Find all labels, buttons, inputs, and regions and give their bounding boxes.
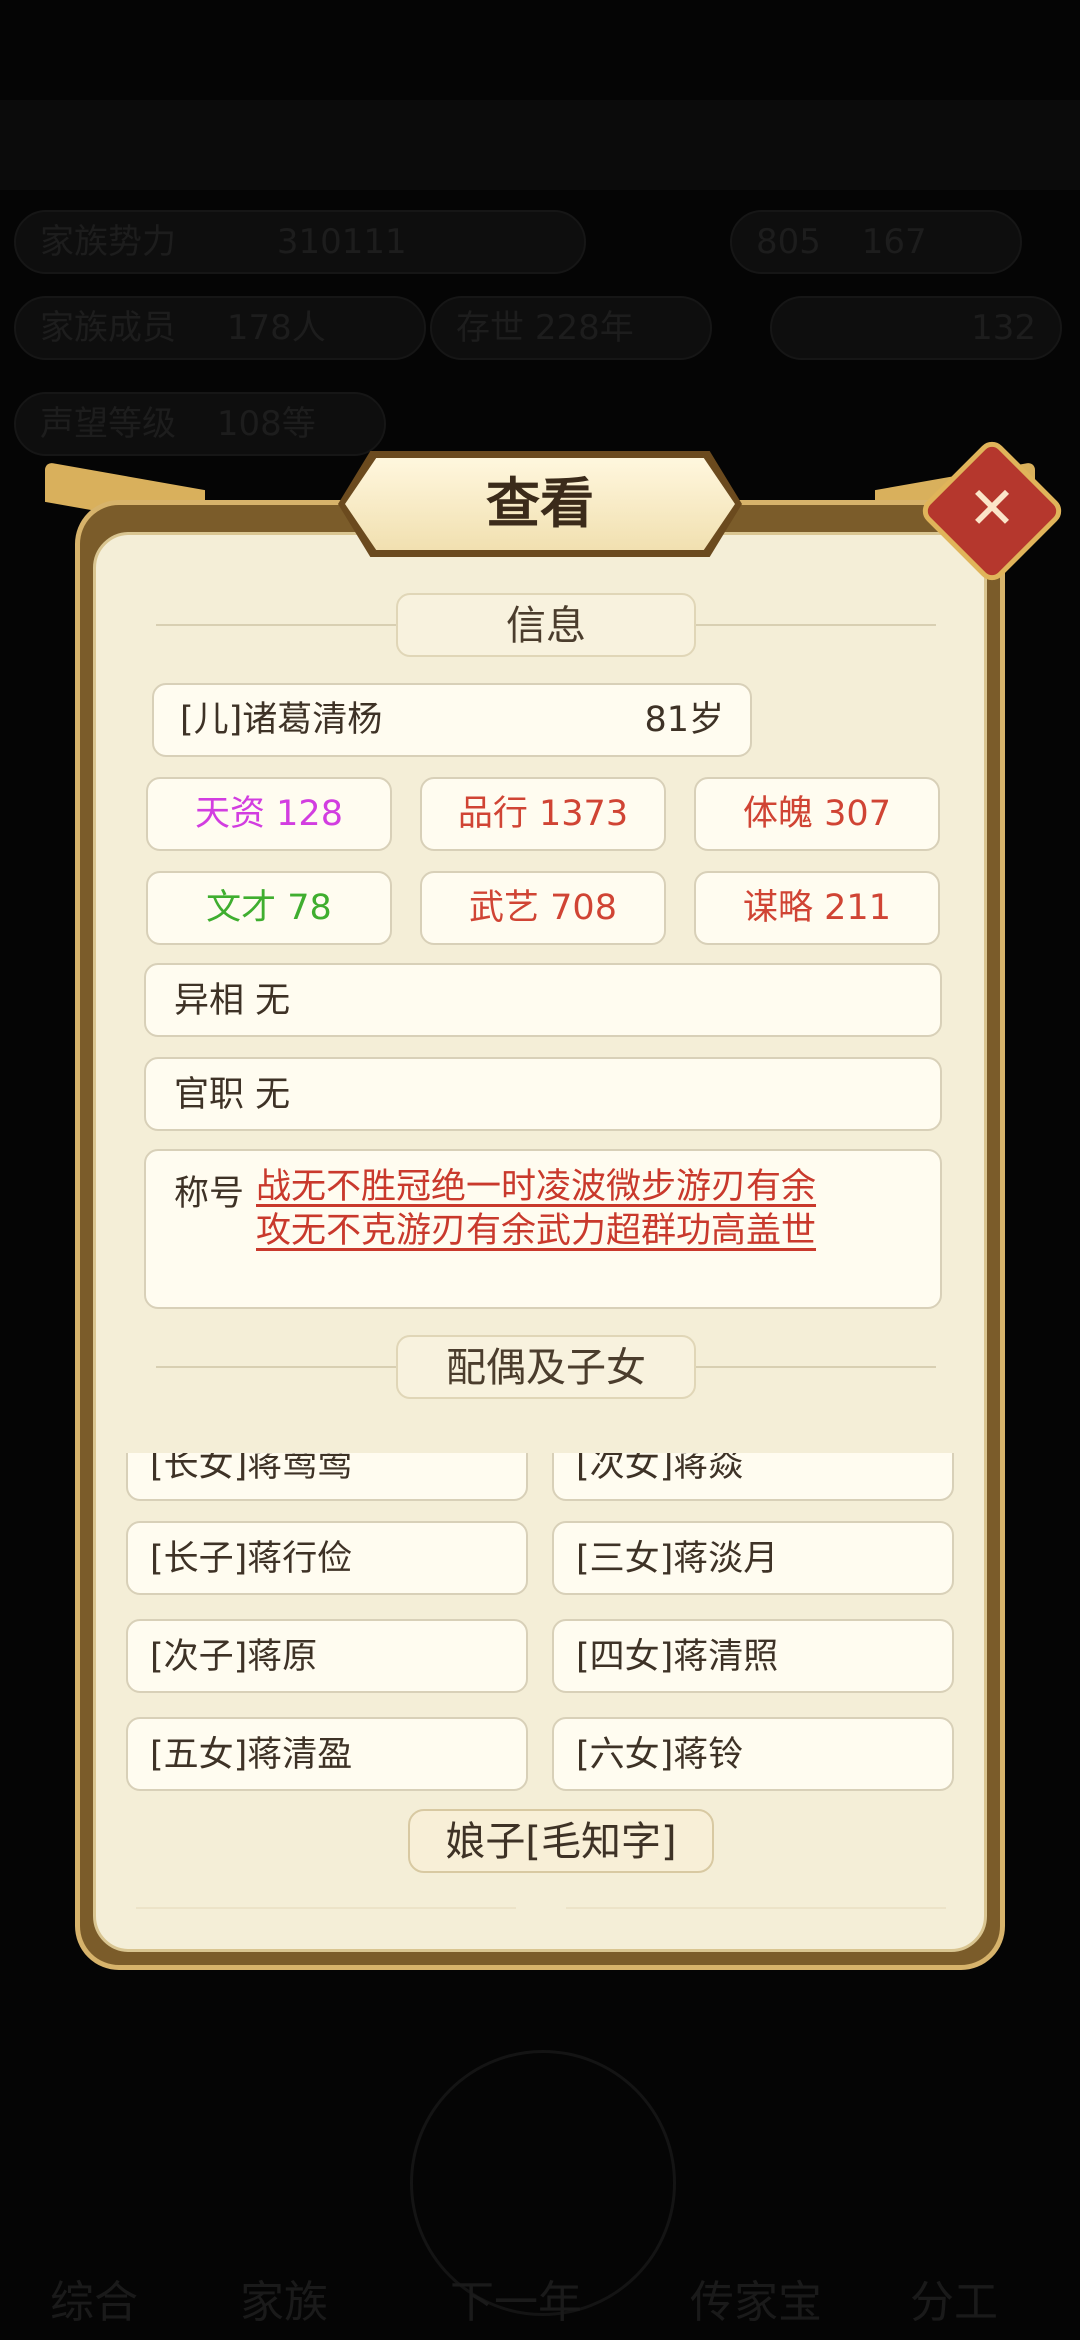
gold-value: 132 (971, 308, 1036, 348)
child-card[interactable]: [次女]蒋焱 (552, 1453, 954, 1501)
nav-family: 家族 (240, 2277, 328, 2328)
child-name: [次子]蒋原 (150, 1637, 318, 1677)
titles-field: 称号 战无不胜冠绝一时凌波微步游刃有余 攻无不克游刃有余武力超群功高盖世 (144, 1149, 942, 1309)
child-name: [长女]蒋莺莺 (150, 1453, 353, 1485)
power-pill: 家族势力 310111 (14, 210, 586, 274)
stat-literary: 文才 78 (146, 871, 392, 945)
stat-label: 武艺 708 (469, 888, 617, 928)
child-card[interactable]: [三女]蒋淡月 (552, 1521, 954, 1595)
prestige-pill: 声望等级 108等 (14, 392, 386, 456)
view-dialog: 信息 [儿]诸葛清杨 81岁 天资 128 品行 1373 体魄 307 文才 … (45, 436, 1067, 1970)
divider (136, 1907, 516, 1909)
child-name: [三女]蒋淡月 (576, 1539, 779, 1579)
stat-label: 文才 78 (206, 888, 332, 928)
child-card[interactable]: [四女]蒋清照 (552, 1619, 954, 1693)
child-card[interactable]: [六女]蒋铃 (552, 1717, 954, 1791)
currency-pill: 805 167 (730, 210, 1022, 274)
family-header-label: 配偶及子女 (396, 1335, 696, 1399)
members-label: 家族成员 (40, 308, 176, 348)
currency-b: 167 (861, 222, 927, 262)
person-name: [儿]诸葛清杨 (180, 700, 383, 740)
info-header-label: 信息 (396, 593, 696, 657)
info-section-header: 信息 (156, 593, 936, 657)
close-icon: ✕ (967, 474, 1017, 542)
stat-physique: 体魄 307 (694, 777, 940, 851)
child-card[interactable]: [五女]蒋清盈 (126, 1717, 528, 1791)
child-card[interactable]: [长女]蒋莺莺 (126, 1453, 528, 1501)
stat-martial: 武艺 708 (420, 871, 666, 945)
title-line[interactable]: 攻无不克游刃有余武力超群功高盖世 (256, 1209, 816, 1253)
years-label: 存世 (456, 308, 524, 348)
stat-label: 谋略 211 (743, 888, 891, 928)
stat-label: 天资 128 (195, 794, 343, 834)
prestige-label: 声望等级 (40, 404, 176, 444)
divider (156, 1366, 416, 1368)
power-value: 310111 (276, 222, 407, 262)
office-field: 官职 无 (144, 1057, 942, 1131)
children-list-clip[interactable]: [长女]蒋莺莺 [次女]蒋焱 (116, 1453, 976, 1501)
divider (156, 624, 416, 626)
nav-division: 分工 (910, 2277, 998, 2328)
person-name-card: [儿]诸葛清杨 81岁 (152, 683, 752, 757)
years-value: 228年 (534, 308, 634, 348)
dialog-title: 查看 (486, 472, 594, 535)
gold-pill: 132 (770, 296, 1062, 360)
prestige-value: 108等 (216, 404, 316, 444)
child-card[interactable]: [次子]蒋原 (126, 1619, 528, 1693)
dialog-panel: 信息 [儿]诸葛清杨 81岁 天资 128 品行 1373 体魄 307 文才 … (93, 532, 987, 1952)
spouse-button[interactable]: 娘子[毛知字] (408, 1809, 714, 1873)
child-name: [次女]蒋焱 (576, 1453, 744, 1485)
titles-label: 称号 (174, 1174, 245, 1214)
top-bar (0, 100, 1080, 190)
child-name: [长子]蒋行俭 (150, 1539, 353, 1579)
years-pill: 存世 228年 (430, 296, 712, 360)
divider (676, 1366, 936, 1368)
nav-overview: 综合 (50, 2277, 138, 2328)
titles-list[interactable]: 战无不胜冠绝一时凌波微步游刃有余 攻无不克游刃有余武力超群功高盖世 (256, 1165, 816, 1253)
child-name: [六女]蒋铃 (576, 1735, 744, 1775)
members-pill: 家族成员 178人 (14, 296, 426, 360)
power-label: 家族势力 (40, 222, 176, 262)
person-age: 81岁 (644, 700, 724, 740)
stat-label: 品行 1373 (457, 794, 629, 834)
title-line[interactable]: 战无不胜冠绝一时凌波微步游刃有余 (256, 1165, 816, 1209)
divider (676, 624, 936, 626)
child-card[interactable]: [长子]蒋行俭 (126, 1521, 528, 1595)
divider (566, 1907, 946, 1909)
nav-next-year: 下一年 (450, 2277, 582, 2328)
appearance-text: 异相 无 (174, 981, 291, 1021)
child-name: [四女]蒋清照 (576, 1637, 779, 1677)
stat-label: 体魄 307 (743, 794, 891, 834)
stat-conduct: 品行 1373 (420, 777, 666, 851)
appearance-field: 异相 无 (144, 963, 942, 1037)
family-section-header: 配偶及子女 (156, 1335, 936, 1399)
members-value: 178人 (226, 308, 326, 348)
currency-a: 805 (756, 222, 821, 262)
stat-talent: 天资 128 (146, 777, 392, 851)
child-name: [五女]蒋清盈 (150, 1735, 353, 1775)
office-text: 官职 无 (174, 1075, 291, 1115)
stat-strategy: 谋略 211 (694, 871, 940, 945)
nav-heirloom: 传家宝 (690, 2277, 822, 2328)
dialog-title-plate: 查看 (338, 451, 742, 557)
